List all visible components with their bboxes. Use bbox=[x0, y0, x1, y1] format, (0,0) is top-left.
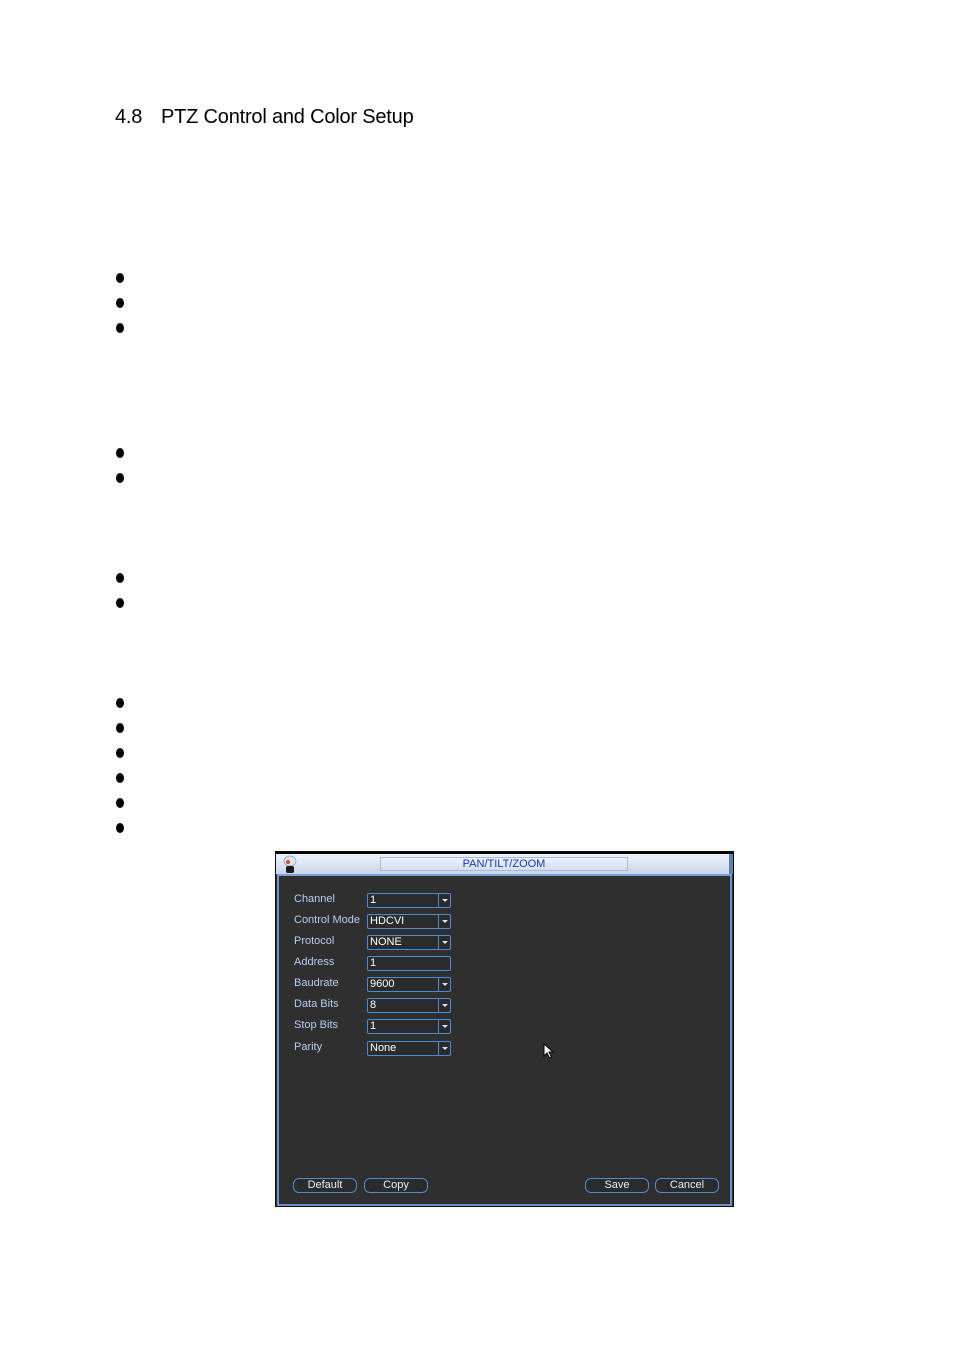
control-mode-dropdown[interactable]: HDCVI bbox=[367, 914, 451, 929]
bullet-marker bbox=[116, 573, 124, 583]
field-value: 9600 bbox=[370, 978, 395, 990]
field-label: Stop Bits bbox=[294, 1019, 339, 1031]
chevron-down-icon[interactable] bbox=[438, 978, 450, 991]
chevron-down-icon[interactable] bbox=[438, 915, 450, 928]
field-value: 1 bbox=[370, 894, 377, 906]
bullet-marker bbox=[116, 298, 124, 308]
chevron-down-icon[interactable] bbox=[438, 1020, 450, 1033]
ptz-dialog: PAN/TILT/ZOOM Channel 1 Control Mode HDC… bbox=[275, 851, 734, 1207]
bullet-marker bbox=[116, 273, 124, 283]
titlebar-edge bbox=[729, 854, 733, 874]
save-button[interactable]: Save bbox=[585, 1178, 649, 1193]
bullet-marker bbox=[116, 723, 124, 733]
cancel-button[interactable]: Cancel bbox=[655, 1178, 719, 1193]
field-value: 1 bbox=[370, 1020, 377, 1032]
field-label: Baudrate bbox=[294, 977, 339, 989]
section-number: 4.8 bbox=[115, 106, 143, 128]
address-input[interactable]: 1 bbox=[367, 956, 451, 971]
bullet-marker bbox=[116, 748, 124, 758]
field-label: Channel bbox=[294, 893, 335, 905]
bullet-marker bbox=[116, 598, 124, 608]
field-label: Protocol bbox=[294, 935, 335, 947]
dialog-titlebar: PAN/TILT/ZOOM bbox=[276, 852, 733, 874]
chevron-down-icon[interactable] bbox=[438, 936, 450, 949]
dialog-body: Channel 1 Control Mode HDCVI Protocol NO… bbox=[277, 874, 732, 1206]
section-heading: 4.8 PTZ Control and Color Setup bbox=[115, 106, 414, 129]
dialog-title: PAN/TILT/ZOOM bbox=[380, 857, 628, 871]
field-label: Parity bbox=[294, 1041, 323, 1053]
field-value: None bbox=[370, 1042, 397, 1054]
mouse-cursor-icon bbox=[543, 1043, 555, 1059]
field-value: NONE bbox=[370, 936, 402, 948]
field-label: Address bbox=[294, 956, 335, 968]
bullet-marker bbox=[116, 773, 124, 783]
section-title: PTZ Control and Color Setup bbox=[161, 106, 414, 128]
bullet-marker bbox=[116, 448, 124, 458]
bullet-marker bbox=[116, 473, 124, 483]
field-value: 1 bbox=[370, 957, 377, 969]
default-button[interactable]: Default bbox=[293, 1178, 357, 1193]
stop-bits-dropdown[interactable]: 1 bbox=[367, 1019, 451, 1034]
channel-dropdown[interactable]: 1 bbox=[367, 893, 451, 908]
chevron-down-icon[interactable] bbox=[438, 999, 450, 1012]
bullet-marker bbox=[116, 698, 124, 708]
baudrate-dropdown[interactable]: 9600 bbox=[367, 977, 451, 992]
camera-logo-icon bbox=[283, 855, 297, 873]
copy-button[interactable]: Copy bbox=[364, 1178, 428, 1193]
chevron-down-icon[interactable] bbox=[438, 1042, 450, 1055]
chevron-down-icon[interactable] bbox=[438, 894, 450, 907]
field-label: Data Bits bbox=[294, 998, 339, 1010]
bullet-marker bbox=[116, 323, 124, 333]
field-value: HDCVI bbox=[370, 915, 405, 927]
protocol-dropdown[interactable]: NONE bbox=[367, 935, 451, 950]
parity-dropdown[interactable]: None bbox=[367, 1041, 451, 1056]
bullet-marker bbox=[116, 798, 124, 808]
field-label: Control Mode bbox=[294, 914, 361, 926]
bullet-marker bbox=[116, 823, 124, 833]
field-value: 8 bbox=[370, 999, 377, 1011]
data-bits-dropdown[interactable]: 8 bbox=[367, 998, 451, 1013]
